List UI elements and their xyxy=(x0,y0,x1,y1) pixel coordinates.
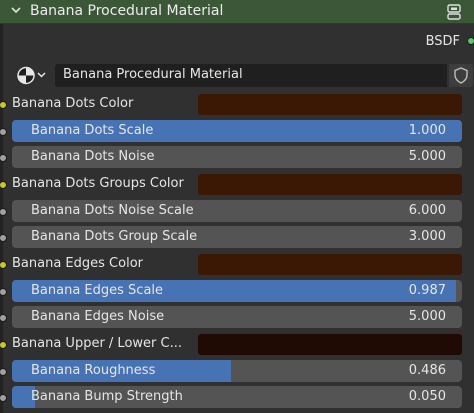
color-input-socket[interactable] xyxy=(0,341,7,349)
value-slider[interactable]: Banana Edges Noise 5.000 xyxy=(12,306,462,328)
node-pin-icon[interactable] xyxy=(445,3,463,21)
node-title: Banana Procedural Material xyxy=(30,3,224,19)
value-slider[interactable]: Banana Roughness 0.486 xyxy=(12,360,462,382)
color-input-label: Banana Upper / Lower C... xyxy=(12,336,182,351)
color-input-label: Banana Edges Color xyxy=(12,256,143,271)
value-slider[interactable]: Banana Edges Scale 0.987 xyxy=(12,280,462,302)
slider-value: 5.000 xyxy=(408,149,446,164)
input-row: Banana Dots Group Scale 3.000 xyxy=(0,226,474,250)
slider-value: 6.000 xyxy=(408,203,446,218)
slider-label: Banana Dots Scale xyxy=(31,123,154,138)
input-row: Banana Dots Noise Scale 6.000 xyxy=(0,200,474,224)
slider-label: Banana Edges Noise xyxy=(31,309,165,324)
input-row: Banana Dots Scale 1.000 xyxy=(0,120,474,144)
color-swatch[interactable] xyxy=(198,334,462,355)
color-input-socket[interactable] xyxy=(0,101,7,109)
material-browse-button[interactable] xyxy=(12,64,52,87)
output-socket-bsdf[interactable] xyxy=(467,37,474,45)
material-selector[interactable]: Banana Procedural Material xyxy=(12,64,473,87)
color-input-socket[interactable] xyxy=(0,181,7,189)
float-input-socket[interactable] xyxy=(0,128,7,136)
slider-value: 0.987 xyxy=(408,283,446,298)
slider-value: 3.000 xyxy=(408,229,446,244)
fake-user-button[interactable] xyxy=(449,64,473,87)
material-name: Banana Procedural Material xyxy=(63,67,243,82)
input-row: Banana Edges Scale 0.987 xyxy=(0,280,474,304)
color-swatch[interactable] xyxy=(198,94,462,115)
input-row: Banana Edges Noise 5.000 xyxy=(0,306,474,330)
input-row: Banana Dots Noise 5.000 xyxy=(0,146,474,170)
color-input-socket[interactable] xyxy=(0,261,7,269)
slider-label: Banana Dots Noise Scale xyxy=(31,203,194,218)
material-name-field[interactable]: Banana Procedural Material xyxy=(55,64,447,87)
slider-label: Banana Dots Group Scale xyxy=(31,229,198,244)
slider-label: Banana Bump Strength xyxy=(31,389,183,404)
slider-label: Banana Edges Scale xyxy=(31,283,164,298)
value-slider[interactable]: Banana Bump Strength 0.050 xyxy=(12,386,462,408)
shield-icon xyxy=(454,67,468,84)
input-row: Banana Dots Groups Color xyxy=(0,173,474,197)
slider-label: Banana Dots Noise xyxy=(31,149,155,164)
float-input-socket[interactable] xyxy=(0,288,7,296)
input-row: Banana Roughness 0.486 xyxy=(0,360,474,384)
node-header[interactable]: Banana Procedural Material xyxy=(0,0,474,24)
input-row: Banana Edges Color xyxy=(0,253,474,277)
input-row: Banana Dots Color xyxy=(0,93,474,117)
slider-value: 0.486 xyxy=(408,363,446,378)
value-slider[interactable]: Banana Dots Scale 1.000 xyxy=(12,120,462,142)
slider-label: Banana Roughness xyxy=(31,363,156,378)
float-input-socket[interactable] xyxy=(0,368,7,376)
value-slider[interactable]: Banana Dots Group Scale 3.000 xyxy=(12,226,462,248)
slider-value: 1.000 xyxy=(408,123,446,138)
output-label-bsdf: BSDF xyxy=(425,34,460,49)
float-input-socket[interactable] xyxy=(0,314,7,322)
chevron-down-icon[interactable] xyxy=(11,5,21,15)
float-input-socket[interactable] xyxy=(0,208,7,216)
color-swatch[interactable] xyxy=(198,174,462,195)
color-input-label: Banana Dots Color xyxy=(12,96,134,111)
material-sphere-icon xyxy=(17,66,46,85)
float-input-socket[interactable] xyxy=(0,234,7,242)
slider-value: 5.000 xyxy=(408,309,446,324)
input-row: Banana Upper / Lower C... xyxy=(0,333,474,357)
float-input-socket[interactable] xyxy=(0,154,7,162)
value-slider[interactable]: Banana Dots Noise Scale 6.000 xyxy=(12,200,462,222)
value-slider[interactable]: Banana Dots Noise 5.000 xyxy=(12,146,462,168)
color-input-label: Banana Dots Groups Color xyxy=(12,176,184,191)
color-swatch[interactable] xyxy=(198,254,462,275)
slider-value: 0.050 xyxy=(408,389,446,404)
float-input-socket[interactable] xyxy=(0,394,7,402)
input-row: Banana Bump Strength 0.050 xyxy=(0,386,474,410)
